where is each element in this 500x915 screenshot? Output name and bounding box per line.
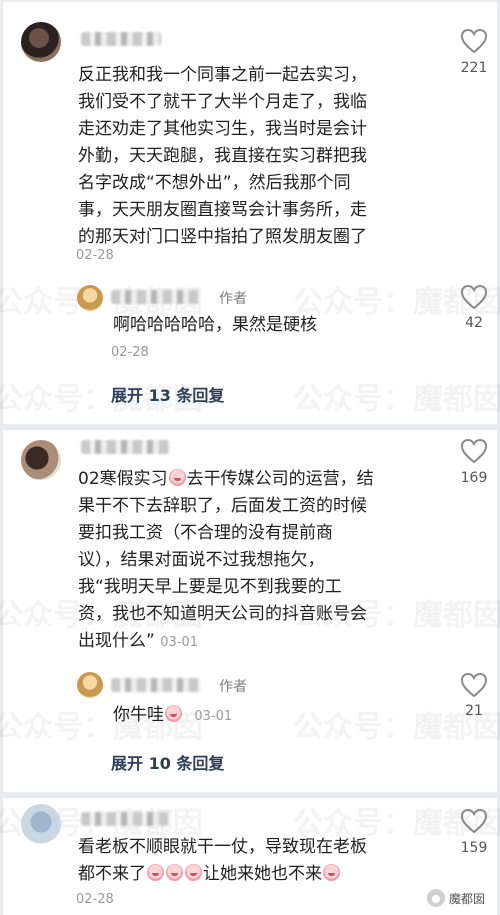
smile-emoji-icon [323,864,340,881]
avatar-author[interactable] [77,672,103,698]
comment-card-3: 公众号：魔都囡 公众号：魔都囡 看老板不顺眼就干一仗，导致现在老板 都不来了让她… [0,798,500,915]
reply-text: 你牛哇 03-01 [113,705,233,725]
comment-card-1: 公众号：魔都囡 公众号：魔都囡 公众号：魔都囡 公众号：魔都囡 反正我和我一个同… [0,2,500,424]
heart-icon[interactable] [460,672,488,698]
like-count: 21 [465,703,483,719]
comment-text: 看老板不顺眼就干一仗，导致现在老板 都不来了 让她来她也不来 [78,837,367,884]
expand-replies-button[interactable]: 展开 10 条回复 [111,750,224,774]
expand-replies-button[interactable]: 展开 13 条回复 [111,382,224,406]
comment-date: 02-28 [76,248,114,263]
crying-emoji-icon [147,864,164,881]
username-blurred[interactable] [111,290,201,304]
heart-icon[interactable] [460,438,488,464]
heart-icon[interactable] [460,284,488,310]
username-blurred[interactable] [81,812,171,826]
like-count: 169 [460,470,488,486]
comment-text: 反正我和我一个同事之前一起去实习， 我们受不了就干了大半个月走了，我临 走还劝走… [78,65,367,247]
reply-text: 啊哈哈哈哈哈，果然是硬核 [113,315,317,335]
reply-date: 03-01 [194,709,233,724]
like-count: 221 [460,60,488,76]
crying-emoji-icon [166,864,183,881]
avatar[interactable] [21,22,61,62]
wechat-icon: ● [426,889,445,907]
like-count: 159 [460,840,488,856]
comment-date: 02-28 [76,892,114,907]
author-tag: 作者 [219,679,247,695]
sweat-emoji-icon [168,469,186,486]
reply-date: 02-28 [111,345,149,360]
avatar[interactable] [21,804,61,844]
crying-emoji-icon [185,864,202,881]
avatar[interactable] [21,440,61,480]
avatar-author[interactable] [77,285,103,311]
username-blurred[interactable] [81,32,161,46]
comment-card-2: 公众号：魔都囡 公众号：魔都囡 公众号：魔都囡 公众号：魔都囡 02寒假实习去干… [0,430,500,792]
crying-emoji-icon [165,705,182,722]
watermark: 公众号：魔都囡 [293,374,500,418]
author-tag: 作者 [219,291,247,307]
like-count: 42 [465,315,483,331]
comment-text: 02寒假实习 去干传媒公司的运营，结 果干不下去辞职了，后面发工资的时候 要扣我工… [78,469,374,651]
username-blurred[interactable] [111,678,201,692]
username-blurred[interactable] [81,440,171,454]
comment-date: 03-01 [160,635,198,650]
source-badge: ● 魔都囡 [426,889,485,907]
heart-icon[interactable] [460,28,488,54]
heart-icon[interactable] [460,808,488,834]
